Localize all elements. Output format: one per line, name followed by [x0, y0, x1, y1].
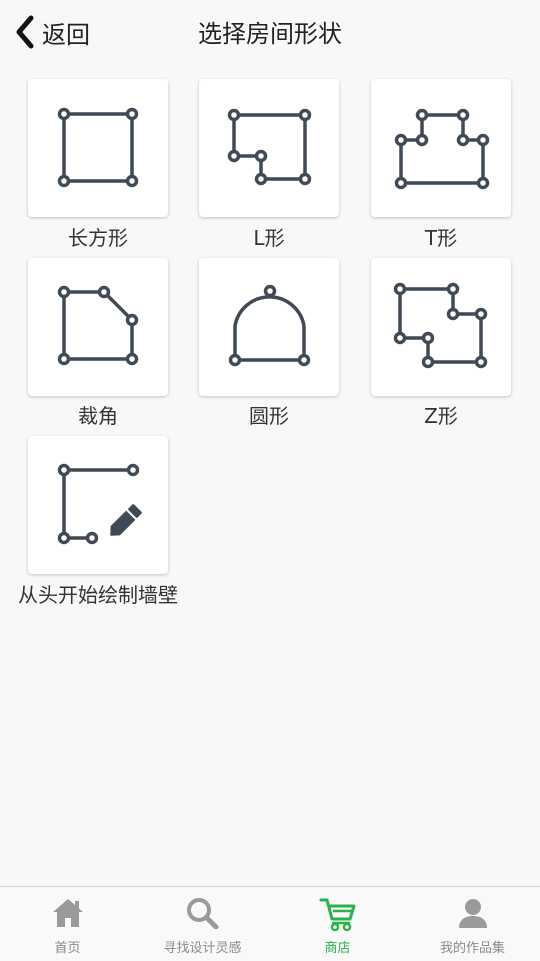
bottom-tab-bar: 首页 寻找设计灵感 商店 我的作品集 [0, 886, 540, 961]
t-shape-icon [394, 108, 490, 190]
tab-portfolio[interactable]: 我的作品集 [405, 887, 540, 961]
rectangle-shape-icon [57, 107, 139, 188]
l-shape-icon [227, 108, 312, 186]
shape-card-t[interactable] [371, 79, 511, 217]
shape-label-draw-walls: 从头开始绘制墙壁 [18, 583, 178, 607]
user-icon [458, 899, 487, 928]
tab-inspiration[interactable]: 寻找设计灵感 [135, 887, 270, 961]
header: 返回 选择房间形状 [0, 0, 540, 64]
shape-card-circle[interactable] [199, 258, 339, 396]
tab-home[interactable]: 首页 [0, 887, 135, 961]
shape-label-t: T形 [424, 226, 458, 250]
cut-corner-shape-icon [57, 285, 139, 366]
shape-card-z[interactable] [371, 258, 511, 396]
shape-label-cut-corner: 裁角 [78, 404, 118, 428]
shape-card-rectangle[interactable] [28, 79, 168, 217]
shape-label-circle: 圆形 [249, 404, 289, 428]
tab-inspiration-label: 寻找设计灵感 [163, 941, 242, 956]
pencil-icon [110, 504, 142, 536]
tab-shop-label: 商店 [324, 941, 351, 956]
draw-walls-icon [57, 463, 142, 545]
shape-card-draw-walls[interactable] [28, 436, 168, 574]
tab-portfolio-label: 我的作品集 [439, 941, 505, 956]
shape-card-l[interactable] [199, 79, 339, 217]
page-title: 选择房间形状 [198, 20, 342, 48]
shape-label-rectangle: 长方形 [68, 226, 128, 250]
shape-label-l: L形 [253, 226, 285, 250]
shape-card-cut-corner[interactable] [28, 258, 168, 396]
tab-shop[interactable]: 商店 [270, 887, 405, 961]
search-icon [186, 898, 218, 929]
home-icon [52, 899, 83, 927]
tab-home-label: 首页 [54, 941, 81, 956]
shape-label-z: Z形 [424, 404, 458, 428]
round-shape-icon [228, 284, 311, 367]
cart-icon [319, 898, 355, 931]
z-shape-icon [393, 282, 488, 369]
